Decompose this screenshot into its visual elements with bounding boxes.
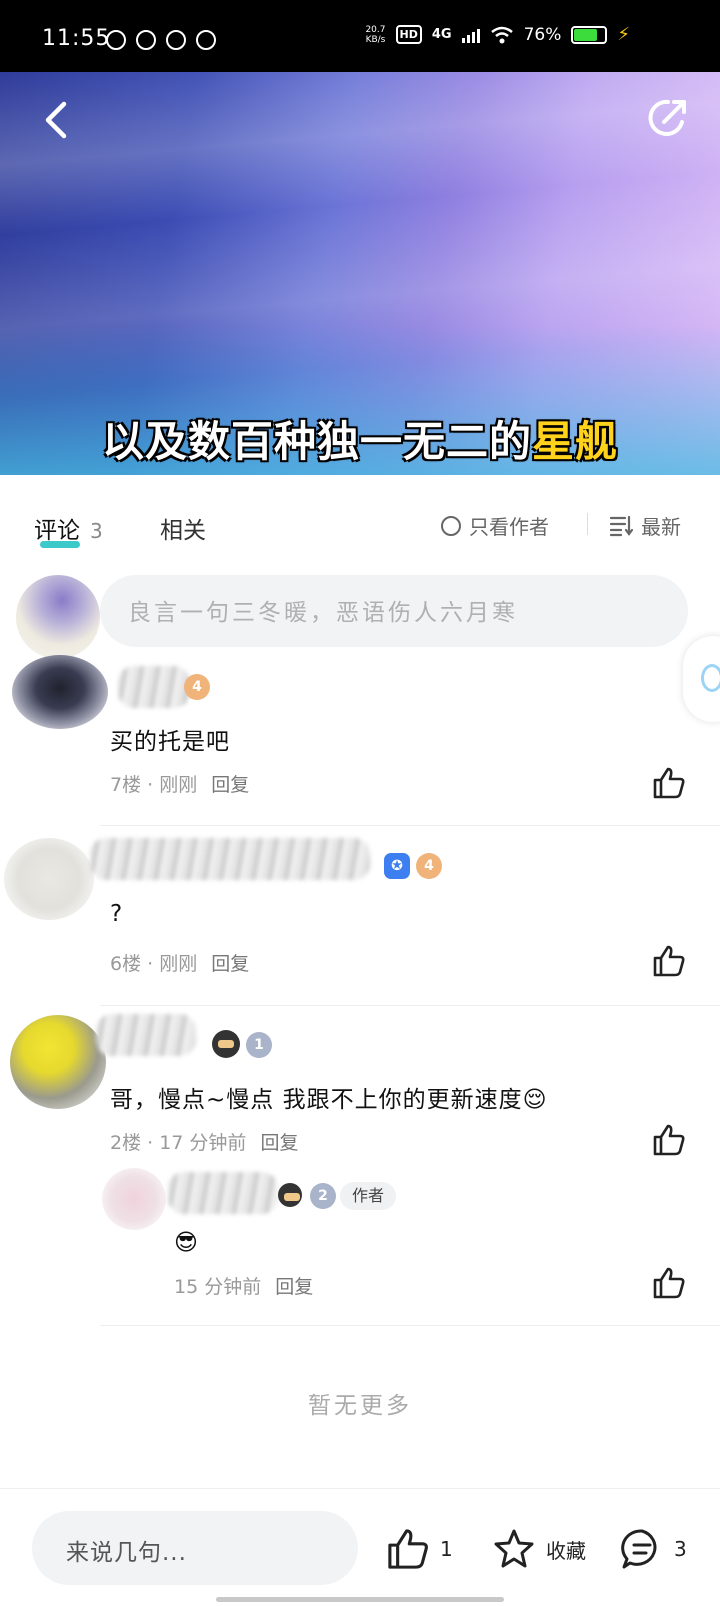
comment-bubble-icon <box>621 1529 657 1569</box>
hd-icon: HD <box>395 25 422 44</box>
notification-icons <box>106 30 216 50</box>
tv-app-icon <box>106 30 126 50</box>
sort-icon <box>609 515 633 536</box>
level-value: 4 <box>192 679 202 695</box>
video-player[interactable]: 以及数百种独一无二的星舰 <box>0 72 720 475</box>
level-value: 1 <box>254 1037 264 1053</box>
my-avatar <box>16 575 100 659</box>
only-author-toggle[interactable]: 只看作者 <box>441 511 549 540</box>
reply-button[interactable]: 回复 <box>275 1276 313 1298</box>
comment-time: 刚刚 <box>159 953 198 975</box>
like-count: 1 <box>440 1537 453 1561</box>
reply-avatar[interactable] <box>102 1168 166 1230</box>
battery-percent: 76% <box>523 24 562 45</box>
level-value: 2 <box>318 1188 328 1204</box>
active-tab-indicator <box>40 541 80 548</box>
floating-button[interactable] <box>683 636 720 722</box>
subtitle-highlight: 星舰 <box>532 417 619 466</box>
comment-text: ? <box>110 901 124 927</box>
net-speed: 20.7 KB/s <box>365 25 385 45</box>
divider <box>100 1325 720 1326</box>
radio-circle-icon <box>441 515 461 536</box>
reply-button[interactable]: 回复 <box>211 953 249 975</box>
thumbs-up-icon <box>388 1529 428 1569</box>
like-icon[interactable] <box>652 1123 686 1157</box>
home-indicator[interactable] <box>216 1597 504 1602</box>
no-more-label: 暂无更多 <box>308 1393 412 1419</box>
divider <box>587 513 588 535</box>
favorite-button[interactable]: 收藏 <box>492 1527 586 1571</box>
avatar[interactable] <box>12 655 108 729</box>
tab-related[interactable]: 相关 <box>160 511 206 545</box>
like-icon[interactable] <box>652 944 686 978</box>
bottom-bar: 来说几句... 1 收藏 3 <box>0 1488 720 1606</box>
author-avatar-badge-icon <box>278 1183 302 1207</box>
signal-icon <box>461 27 480 43</box>
ripple-icon <box>701 664 720 692</box>
comment-tabs: 评论 3 相关 只看作者 最新 <box>0 475 720 567</box>
share-icon[interactable] <box>646 96 690 140</box>
divider <box>100 1005 720 1006</box>
charging-icon: ⚡ <box>617 24 630 45</box>
reply-button[interactable]: 回复 <box>260 1132 298 1154</box>
username[interactable] <box>96 1014 196 1056</box>
back-arrow-icon[interactable] <box>38 100 74 140</box>
gamepad-badge-icon: ✪ <box>384 853 410 879</box>
floor-number: 6楼 <box>110 953 142 975</box>
comment-meta: 7楼 · 刚刚 回复 <box>110 774 250 796</box>
reply-button[interactable]: 回复 <box>211 774 249 796</box>
level-badge: 1 <box>246 1032 272 1058</box>
qq-icon <box>136 30 156 50</box>
favorite-label: 收藏 <box>546 1538 586 1563</box>
net-speed-unit: KB/s <box>365 34 386 45</box>
like-icon[interactable] <box>652 766 686 800</box>
comment-meta: 2楼 · 17 分钟前 回复 <box>110 1132 299 1154</box>
comment-input[interactable]: 良言一句三冬暖，恶语伤人六月寒 <box>100 575 688 647</box>
divider <box>100 825 720 826</box>
floor-number: 2楼 <box>110 1132 142 1154</box>
username[interactable] <box>118 666 190 708</box>
comment-text: 买的托是吧 <box>110 729 230 755</box>
username[interactable] <box>168 1172 278 1214</box>
username[interactable] <box>90 838 370 880</box>
reply-time: 15 分钟前 <box>174 1276 262 1298</box>
subtitle-text: 以及数百种独一无二的 <box>101 417 532 466</box>
like-button[interactable]: 1 <box>386 1527 453 1571</box>
battery-icon <box>571 25 608 44</box>
tab-comments[interactable]: 评论 3 <box>34 511 103 545</box>
avatar-frame-badge-icon <box>212 1030 240 1058</box>
net-speed-value: 20.7 <box>365 24 386 35</box>
level-badge: 4 <box>184 674 210 700</box>
comment-time: 刚刚 <box>159 774 198 796</box>
timer-icon <box>166 30 186 50</box>
bottom-comment-input[interactable]: 来说几句... <box>32 1511 358 1585</box>
level-badge: 2 <box>310 1183 336 1209</box>
sort-button[interactable]: 最新 <box>609 511 681 540</box>
floor-number: 7楼 <box>110 774 142 796</box>
comment-count: 3 <box>674 1537 687 1561</box>
video-subtitle: 以及数百种独一无二的星舰 <box>0 408 720 469</box>
reply-meta: 15 分钟前 回复 <box>174 1272 313 1299</box>
status-bar: 11:55 20.7 KB/s HD 4G 76% ⚡ <box>0 0 720 72</box>
comment-button[interactable]: 3 <box>620 1527 687 1571</box>
sort-label: 最新 <box>641 515 681 539</box>
avatar[interactable] <box>4 838 94 920</box>
comment-meta: 6楼 · 刚刚 回复 <box>110 953 250 975</box>
like-icon[interactable] <box>652 1266 686 1300</box>
only-author-label: 只看作者 <box>469 515 549 539</box>
level-badge: 4 <box>416 853 442 879</box>
author-tag: 作者 <box>340 1182 397 1210</box>
star-icon <box>494 1529 534 1568</box>
network-type: 4G <box>431 27 452 42</box>
wifi-icon <box>490 26 513 43</box>
comment-text: 哥，慢点~慢点 我跟不上你的更新速度😌 <box>110 1087 548 1113</box>
status-right: 20.7 KB/s HD 4G 76% ⚡ <box>365 24 630 45</box>
avatar[interactable] <box>10 1015 106 1109</box>
status-time: 11:55 <box>42 26 111 51</box>
comment-time: 17 分钟前 <box>159 1132 247 1154</box>
app-notification-icon <box>196 30 216 50</box>
tab-comments-count: 3 <box>90 519 103 543</box>
reply-text: 😎 <box>174 1230 199 1256</box>
level-value: 4 <box>424 858 434 874</box>
